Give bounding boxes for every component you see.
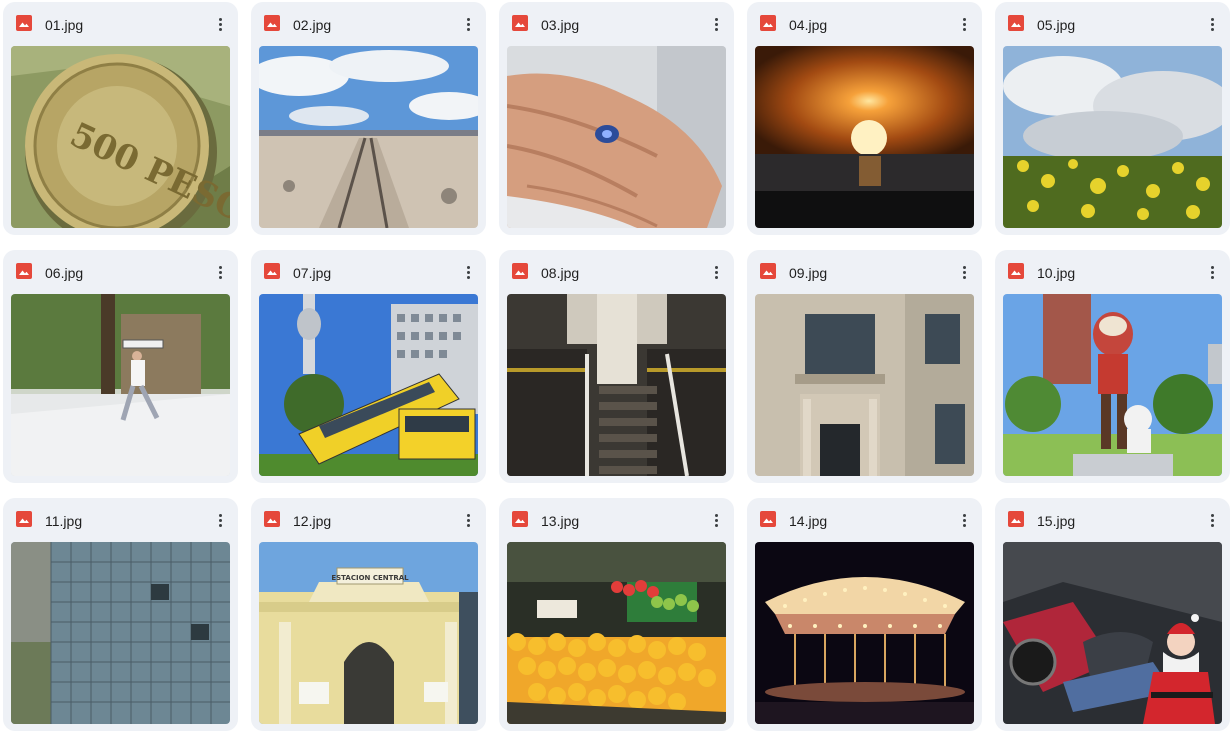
file-name: 12.jpg xyxy=(293,513,332,529)
image-icon xyxy=(512,15,528,31)
thumbnail-bus-sculpture[interactable] xyxy=(259,294,478,476)
file-card-08[interactable]: 08.jpg xyxy=(499,250,734,483)
more-vert-icon[interactable] xyxy=(1200,12,1224,36)
thumbnail-railway[interactable] xyxy=(259,46,478,228)
file-card-04[interactable]: 04.jpg xyxy=(747,2,982,235)
more-vert-icon[interactable] xyxy=(456,508,480,532)
thumbnail-hand[interactable] xyxy=(507,46,726,228)
card-header: 02.jpg xyxy=(251,2,486,46)
file-card-02[interactable]: 02.jpg xyxy=(251,2,486,235)
file-card-03[interactable]: 03.jpg xyxy=(499,2,734,235)
card-header: 07.jpg xyxy=(251,250,486,294)
file-card-12[interactable]: 12.jpg ESTACION CENTRAL xyxy=(251,498,486,731)
more-vert-icon[interactable] xyxy=(704,12,728,36)
file-card-10[interactable]: 10.jpg xyxy=(995,250,1230,483)
image-icon xyxy=(264,263,280,279)
image-icon xyxy=(760,263,776,279)
thumbnail-mascot[interactable] xyxy=(1003,294,1222,476)
more-vert-icon[interactable] xyxy=(456,12,480,36)
thumbnail-flowers[interactable] xyxy=(1003,46,1222,228)
thumbnail-coin[interactable]: 500 PESOS xyxy=(11,46,230,228)
thumbnail-stairs[interactable] xyxy=(507,294,726,476)
file-name: 05.jpg xyxy=(1037,17,1076,33)
more-vert-icon[interactable] xyxy=(952,260,976,284)
file-name: 09.jpg xyxy=(789,265,828,281)
card-header: 08.jpg xyxy=(499,250,734,294)
file-name: 06.jpg xyxy=(45,265,84,281)
file-card-05[interactable]: 05.jpg xyxy=(995,2,1230,235)
thumbnail-fruit-market[interactable] xyxy=(507,542,726,724)
more-vert-icon[interactable] xyxy=(208,508,232,532)
thumbnail-motorcycle-santa[interactable] xyxy=(1003,542,1222,724)
more-vert-icon[interactable] xyxy=(208,260,232,284)
card-header: 09.jpg xyxy=(747,250,982,294)
file-card-11[interactable]: 11.jpg xyxy=(3,498,238,731)
image-icon xyxy=(512,263,528,279)
file-grid: 01.jpg 500 PESOS 02.jpg 03.jpg 04.jpg 05… xyxy=(0,0,1232,741)
image-icon xyxy=(1008,263,1024,279)
image-icon xyxy=(760,15,776,31)
image-icon xyxy=(16,15,32,31)
image-icon xyxy=(16,263,32,279)
file-card-09[interactable]: 09.jpg xyxy=(747,250,982,483)
file-card-15[interactable]: 15.jpg xyxy=(995,498,1230,731)
card-header: 06.jpg xyxy=(3,250,238,294)
card-header: 05.jpg xyxy=(995,2,1230,46)
card-header: 03.jpg xyxy=(499,2,734,46)
image-icon xyxy=(264,15,280,31)
image-icon xyxy=(512,511,528,527)
image-icon xyxy=(760,511,776,527)
card-header: 15.jpg xyxy=(995,498,1230,542)
file-name: 14.jpg xyxy=(789,513,828,529)
more-vert-icon[interactable] xyxy=(704,260,728,284)
file-card-13[interactable]: 13.jpg xyxy=(499,498,734,731)
file-name: 04.jpg xyxy=(789,17,828,33)
file-card-06[interactable]: 06.jpg xyxy=(3,250,238,483)
image-icon xyxy=(1008,15,1024,31)
file-card-07[interactable]: 07.jpg xyxy=(251,250,486,483)
thumbnail-glass-tower[interactable] xyxy=(11,542,230,724)
file-name: 01.jpg xyxy=(45,17,84,33)
card-header: 11.jpg xyxy=(3,498,238,542)
thumbnail-carousel[interactable] xyxy=(755,542,974,724)
file-name: 07.jpg xyxy=(293,265,332,281)
file-card-01[interactable]: 01.jpg 500 PESOS xyxy=(3,2,238,235)
more-vert-icon[interactable] xyxy=(952,12,976,36)
card-header: 12.jpg xyxy=(251,498,486,542)
more-vert-icon[interactable] xyxy=(208,12,232,36)
thumbnail-keyboard-man[interactable] xyxy=(11,294,230,476)
more-vert-icon[interactable] xyxy=(456,260,480,284)
file-name: 02.jpg xyxy=(293,17,332,33)
more-vert-icon[interactable] xyxy=(952,508,976,532)
file-name: 13.jpg xyxy=(541,513,580,529)
card-header: 10.jpg xyxy=(995,250,1230,294)
file-name: 11.jpg xyxy=(45,513,83,529)
card-header: 01.jpg xyxy=(3,2,238,46)
file-name: 08.jpg xyxy=(541,265,580,281)
file-name: 10.jpg xyxy=(1037,265,1076,281)
card-header: 13.jpg xyxy=(499,498,734,542)
thumbnail-station[interactable]: ESTACION CENTRAL xyxy=(259,542,478,724)
image-icon xyxy=(264,511,280,527)
file-name: 15.jpg xyxy=(1037,513,1076,529)
image-icon xyxy=(16,511,32,527)
card-header: 14.jpg xyxy=(747,498,982,542)
station-sign-text: ESTACION CENTRAL xyxy=(331,574,409,582)
more-vert-icon[interactable] xyxy=(704,508,728,532)
more-vert-icon[interactable] xyxy=(1200,260,1224,284)
file-name: 03.jpg xyxy=(541,17,580,33)
image-icon xyxy=(1008,511,1024,527)
more-vert-icon[interactable] xyxy=(1200,508,1224,532)
card-header: 04.jpg xyxy=(747,2,982,46)
file-card-14[interactable]: 14.jpg xyxy=(747,498,982,731)
thumbnail-building[interactable] xyxy=(755,294,974,476)
thumbnail-sunset[interactable] xyxy=(755,46,974,228)
